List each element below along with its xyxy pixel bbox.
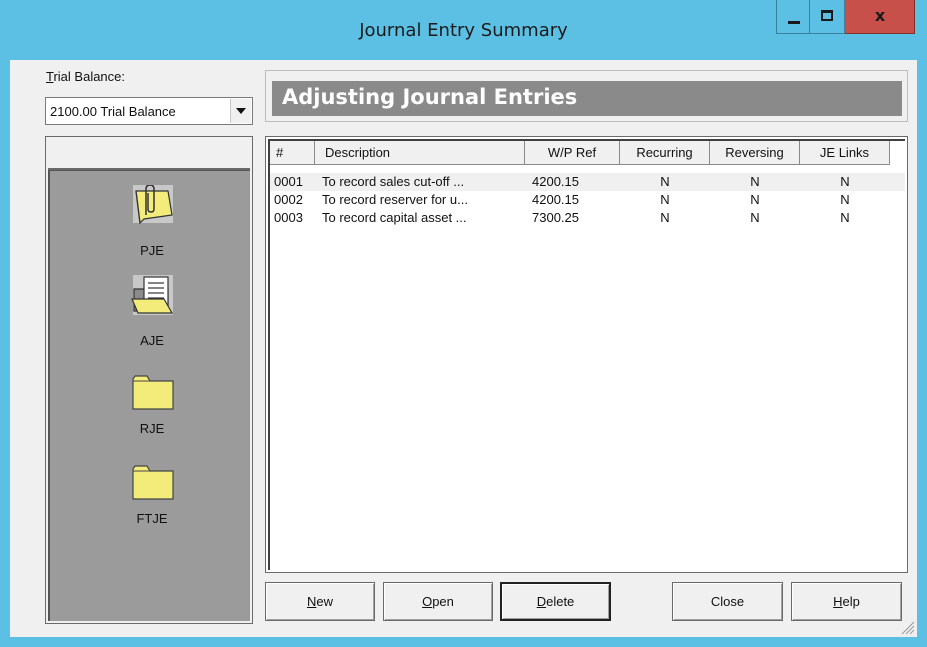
delete-button[interactable]: Delete: [500, 582, 611, 621]
journal-type-rje[interactable]: RJE: [50, 371, 254, 451]
resize-grip-icon[interactable]: [899, 619, 915, 635]
section-header-frame: Adjusting Journal Entries: [265, 70, 908, 122]
help-label: elp: [842, 594, 860, 609]
trial-balance-label-rest: rial Balance:: [53, 69, 126, 84]
new-button[interactable]: New: [265, 582, 375, 621]
journal-type-label: AJE: [140, 333, 164, 348]
open-button[interactable]: Open: [383, 582, 493, 621]
journal-type-panel: PJE AJE RJE FTJE: [45, 136, 253, 624]
row-recurring: N: [660, 174, 670, 189]
delete-accel: D: [536, 594, 547, 609]
paperclip-folder-icon: [133, 185, 173, 225]
trial-balance-label: Trial Balance:: [46, 69, 125, 84]
minimize-icon: [788, 21, 800, 24]
dialog-body: Trial Balance: 2100.00 Trial Balance PJE: [10, 60, 917, 637]
journal-type-panel-header: [48, 139, 250, 170]
column-header-reversing[interactable]: Reversing: [710, 141, 800, 165]
column-header-wp-ref[interactable]: W/P Ref: [525, 141, 620, 165]
maximize-icon: [821, 10, 833, 21]
row-reversing: N: [750, 174, 760, 189]
new-accel: N: [306, 594, 317, 609]
dropdown-button[interactable]: [230, 99, 251, 123]
section-header-bar: Adjusting Journal Entries: [272, 81, 902, 116]
journal-type-label: PJE: [140, 243, 164, 258]
journal-type-list: PJE AJE RJE FTJE: [48, 170, 250, 621]
column-header-je-links[interactable]: JE Links: [800, 141, 890, 165]
table-row[interactable]: 0001 To record sales cut-off ... 4200.15…: [270, 173, 905, 191]
title-bar[interactable]: Journal Entry Summary x: [0, 0, 927, 60]
close-button[interactable]: Close: [672, 582, 783, 621]
row-recurring: N: [660, 192, 670, 207]
journal-entry-list[interactable]: # Description W/P Ref Recurring Reversin…: [265, 136, 908, 573]
journal-entry-list-inner: # Description W/P Ref Recurring Reversin…: [268, 139, 905, 570]
row-je-links: N: [840, 210, 850, 225]
trial-balance-value: 2100.00 Trial Balance: [50, 104, 176, 119]
row-description: To record reserver for u...: [322, 192, 468, 207]
section-title: Adjusting Journal Entries: [282, 85, 578, 109]
folder-icon: [132, 375, 174, 410]
app-window: Journal Entry Summary x Trial Balance: 2…: [0, 0, 927, 647]
column-header-description[interactable]: Description: [315, 141, 525, 165]
help-accel: H: [833, 594, 843, 609]
table-row[interactable]: 0003 To record capital asset ... 7300.25…: [270, 209, 905, 227]
maximize-button[interactable]: [810, 0, 845, 34]
row-wp-ref: 4200.15: [532, 174, 579, 189]
open-folder-document-icon: [131, 275, 174, 315]
row-wp-ref: 4200.15: [532, 192, 579, 207]
close-icon: x: [874, 6, 886, 25]
journal-type-aje[interactable]: AJE: [50, 275, 254, 355]
close-window-button[interactable]: x: [845, 0, 915, 34]
row-reversing: N: [750, 210, 760, 225]
column-header-recurring[interactable]: Recurring: [620, 141, 710, 165]
new-label: ew: [316, 594, 333, 609]
row-description: To record sales cut-off ...: [322, 174, 465, 189]
folder-icon: [132, 465, 174, 500]
row-number: 0003: [274, 210, 303, 225]
open-accel: O: [422, 594, 433, 609]
minimize-button[interactable]: [776, 0, 810, 34]
journal-type-ftje[interactable]: FTJE: [50, 461, 254, 541]
row-reversing: N: [750, 192, 760, 207]
row-number: 0002: [274, 192, 303, 207]
row-recurring: N: [660, 210, 670, 225]
row-je-links: N: [840, 174, 850, 189]
row-number: 0001: [274, 174, 303, 189]
chevron-down-icon: [236, 108, 246, 114]
table-row[interactable]: 0002 To record reserver for u... 4200.15…: [270, 191, 905, 209]
journal-type-pje[interactable]: PJE: [50, 185, 254, 265]
row-wp-ref: 7300.25: [532, 210, 579, 225]
journal-type-label: RJE: [139, 421, 165, 436]
delete-label: elete: [546, 594, 575, 609]
trial-balance-select[interactable]: 2100.00 Trial Balance: [45, 97, 253, 125]
help-button[interactable]: Help: [791, 582, 902, 621]
column-header-number[interactable]: #: [270, 141, 315, 165]
open-label: pen: [432, 594, 454, 609]
journal-type-label: FTJE: [136, 511, 168, 526]
row-description: To record capital asset ...: [322, 210, 467, 225]
row-je-links: N: [840, 192, 850, 207]
